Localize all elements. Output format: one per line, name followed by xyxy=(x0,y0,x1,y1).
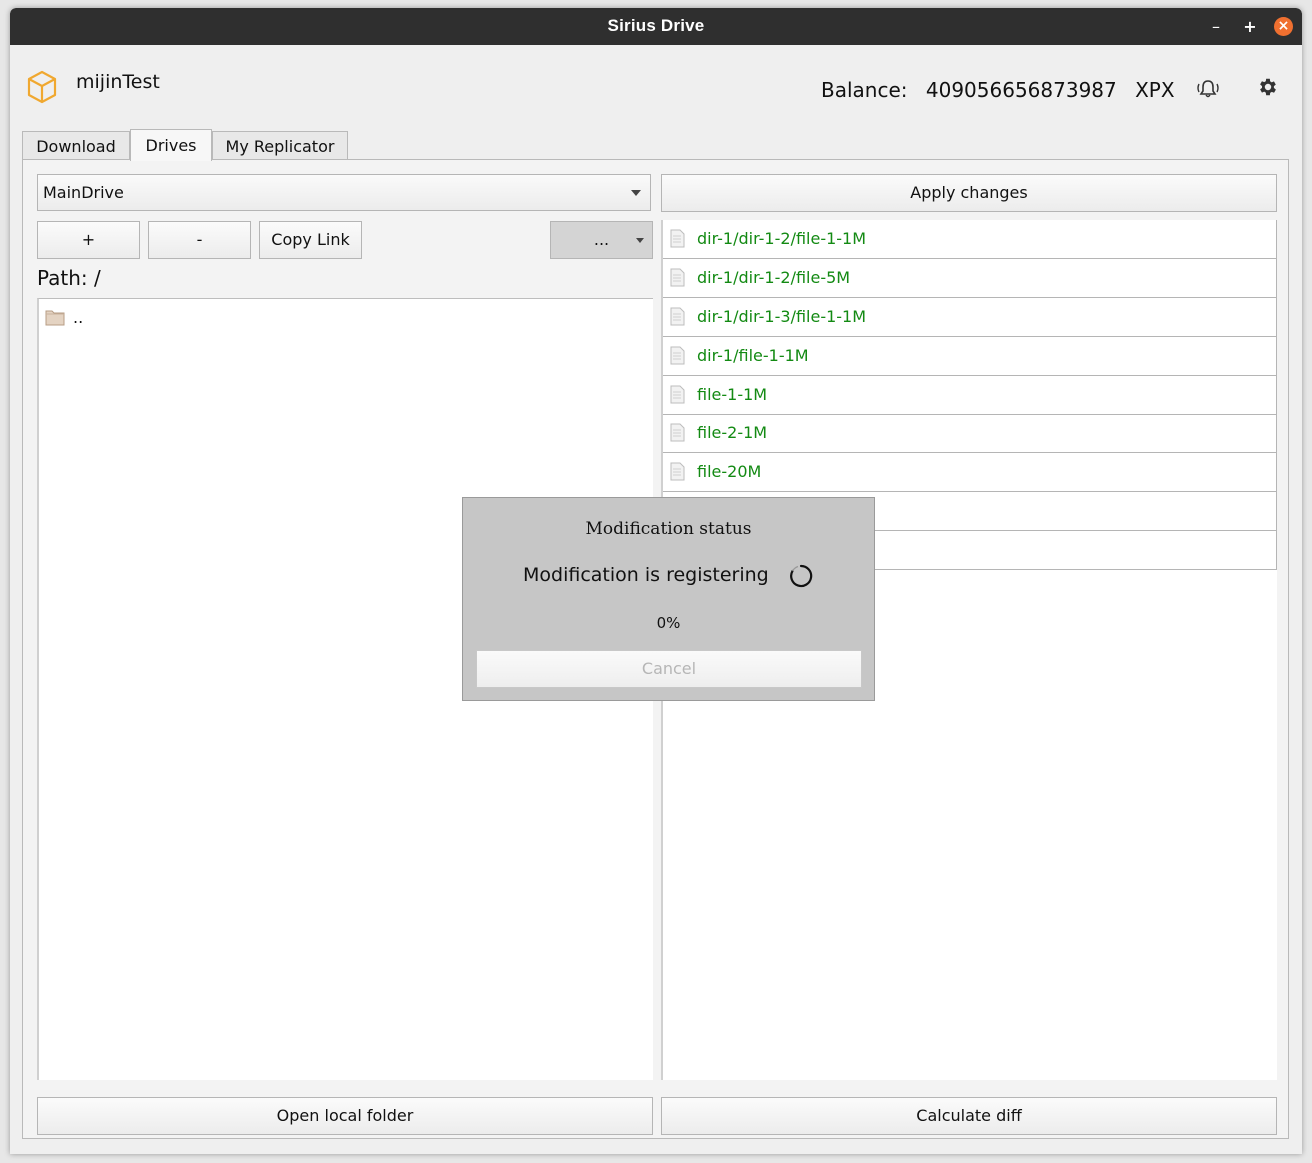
dialog-title: Modification status xyxy=(585,519,752,539)
app-header: mijinTest Balance: 409056656873987 XPX xyxy=(10,45,1302,125)
current-path: Path: / xyxy=(37,266,101,290)
file-name: file-1-1M xyxy=(697,385,768,404)
file-icon xyxy=(670,462,685,481)
file-icon xyxy=(670,385,685,404)
close-button[interactable]: × xyxy=(1274,17,1293,36)
folder-icon xyxy=(45,310,65,326)
open-local-folder-button[interactable]: Open local folder xyxy=(37,1097,653,1135)
cube-logo-icon xyxy=(27,70,57,104)
minimize-button[interactable]: – xyxy=(1206,17,1226,37)
dialog-message: Modification is registering xyxy=(523,564,769,586)
maximize-button[interactable]: + xyxy=(1240,17,1260,37)
file-icon xyxy=(670,229,685,248)
list-item-label: .. xyxy=(73,308,84,327)
settings-gear-icon[interactable] xyxy=(1257,76,1279,98)
balance-label: Balance: xyxy=(821,78,908,102)
file-name: dir-1/file-1-1M xyxy=(697,346,809,365)
tab-my-replicator[interactable]: My Replicator xyxy=(212,131,348,159)
list-item[interactable]: .. xyxy=(39,299,653,337)
cancel-button[interactable]: Cancel xyxy=(476,650,862,688)
account-name: mijinTest xyxy=(76,71,160,93)
notification-bell-icon[interactable] xyxy=(1195,78,1221,100)
modification-status-dialog: Modification status Modification is regi… xyxy=(462,497,875,701)
file-icon xyxy=(670,268,685,287)
tab-drives[interactable]: Drives xyxy=(130,129,212,161)
more-menu-label: ... xyxy=(593,230,610,249)
table-row[interactable]: dir-1/dir-1-3/file-1-1M xyxy=(663,298,1277,337)
title-bar[interactable]: Sirius Drive – + × xyxy=(10,8,1302,45)
file-name: file-20M xyxy=(697,462,762,481)
remove-button[interactable]: - xyxy=(148,221,251,259)
drive-select-value: MainDrive xyxy=(43,183,124,202)
table-row[interactable]: file-2-1M xyxy=(663,414,1277,453)
calculate-diff-button[interactable]: Calculate diff xyxy=(661,1097,1277,1135)
window-title: Sirius Drive xyxy=(607,16,705,35)
file-name: file-2-1M xyxy=(697,423,768,442)
table-row[interactable]: dir-1/file-1-1M xyxy=(663,337,1277,376)
apply-changes-button[interactable]: Apply changes xyxy=(661,174,1277,212)
file-icon xyxy=(670,307,685,326)
chevron-down-icon xyxy=(636,238,644,243)
file-icon xyxy=(670,346,685,365)
progress-percent: 0% xyxy=(656,614,681,632)
copy-link-button[interactable]: Copy Link xyxy=(259,221,362,259)
table-row[interactable]: file-1-1M xyxy=(663,376,1277,415)
balance-display: Balance: 409056656873987 XPX xyxy=(821,78,1187,102)
chevron-down-icon xyxy=(631,190,641,196)
drive-select[interactable]: MainDrive xyxy=(37,174,651,211)
balance-currency: XPX xyxy=(1135,78,1175,102)
add-button[interactable]: + xyxy=(37,221,140,259)
tab-download[interactable]: Download xyxy=(22,131,130,159)
table-row[interactable]: dir-1/dir-1-2/file-1-1M xyxy=(663,220,1277,259)
table-row[interactable]: file-20M xyxy=(663,453,1277,492)
loading-spinner-icon xyxy=(790,564,813,588)
file-name: dir-1/dir-1-2/file-1-1M xyxy=(697,229,867,248)
file-name: dir-1/dir-1-2/file-5M xyxy=(697,268,851,287)
table-row[interactable]: dir-1/dir-1-2/file-5M xyxy=(663,259,1277,298)
file-icon xyxy=(670,423,685,442)
balance-value: 409056656873987 xyxy=(925,78,1117,102)
file-name: dir-1/dir-1-3/file-1-1M xyxy=(697,307,867,326)
more-menu-button[interactable]: ... xyxy=(550,221,653,259)
